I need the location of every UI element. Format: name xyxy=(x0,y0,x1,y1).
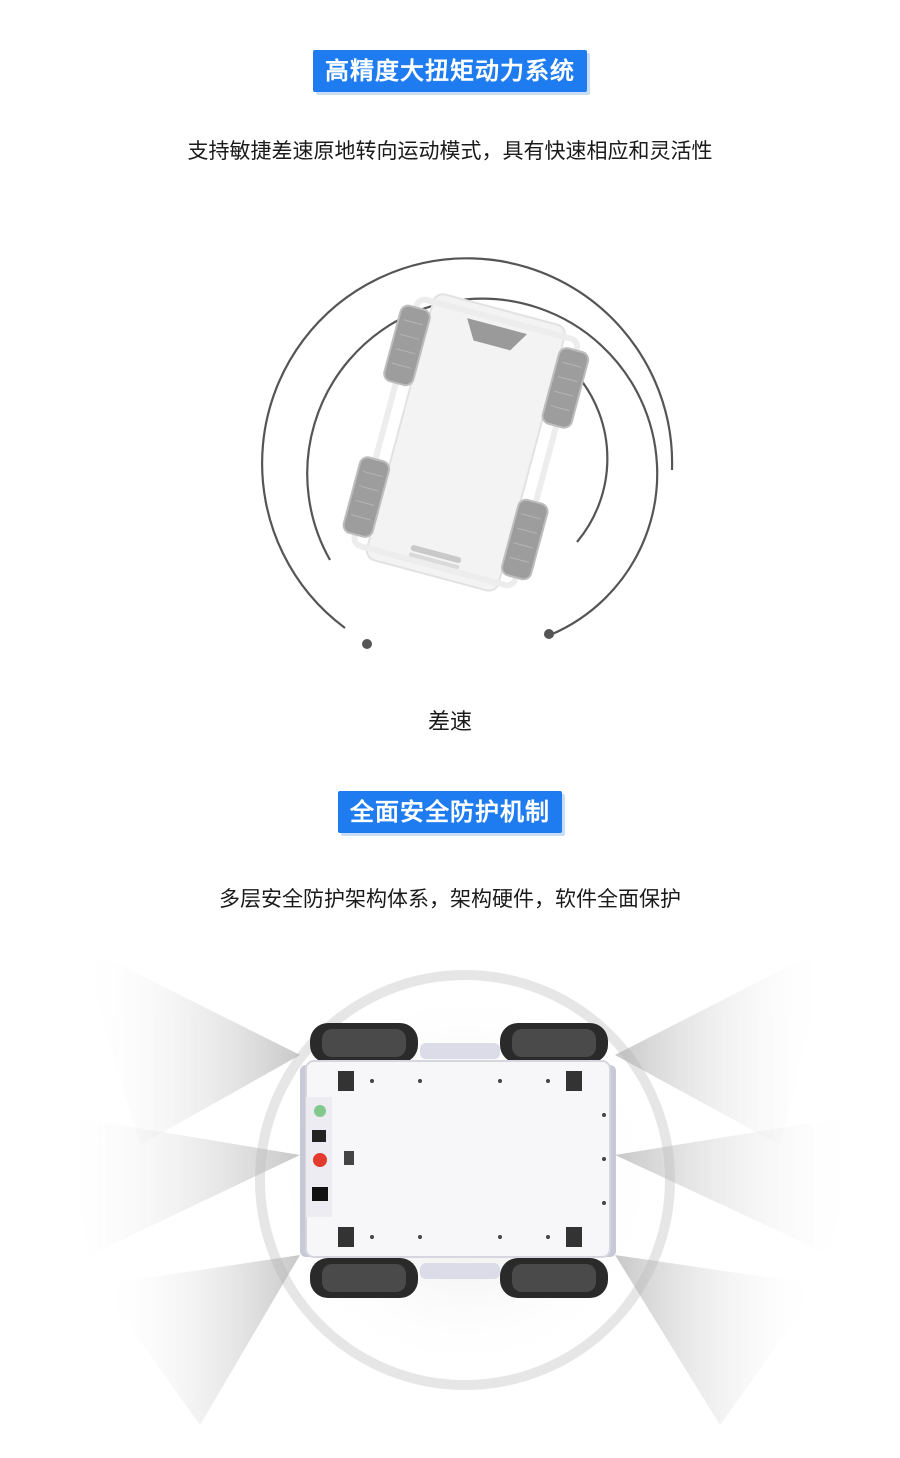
robot-topview-rotated xyxy=(342,293,590,592)
robot-chassis-topview xyxy=(300,1043,616,1279)
section1-caption: 差速 xyxy=(427,710,472,735)
charging-port xyxy=(312,1187,328,1201)
arc-end-dot-left xyxy=(362,639,372,649)
section1-title-badge: 高精度大扭矩动力系统 xyxy=(313,50,587,92)
section2-title-badge: 全面安全防护机制 xyxy=(338,791,562,833)
section1-title: 高精度大扭矩动力系统 xyxy=(325,57,575,85)
side-switch xyxy=(344,1151,354,1165)
wheel-front-left xyxy=(310,1023,418,1063)
section2-title: 全面安全防护机制 xyxy=(350,798,550,826)
connector-port xyxy=(312,1130,326,1142)
wheel-rear-right xyxy=(500,1258,608,1298)
wheel-rear-left xyxy=(310,1258,418,1298)
power-indicator xyxy=(314,1105,326,1117)
section2-description: 多层安全防护架构体系，架构硬件，软件全面保护 xyxy=(219,887,681,911)
section1-description: 支持敏捷差速原地转向运动模式，具有快速相应和灵活性 xyxy=(187,139,713,163)
arc-end-dot-right xyxy=(544,629,554,639)
safety-protection-illustration xyxy=(60,945,860,1425)
wheel-front-right xyxy=(500,1023,608,1063)
emergency-stop-button xyxy=(313,1153,327,1167)
differential-steering-illustration xyxy=(261,257,674,649)
right-rotation-arc xyxy=(576,374,609,543)
